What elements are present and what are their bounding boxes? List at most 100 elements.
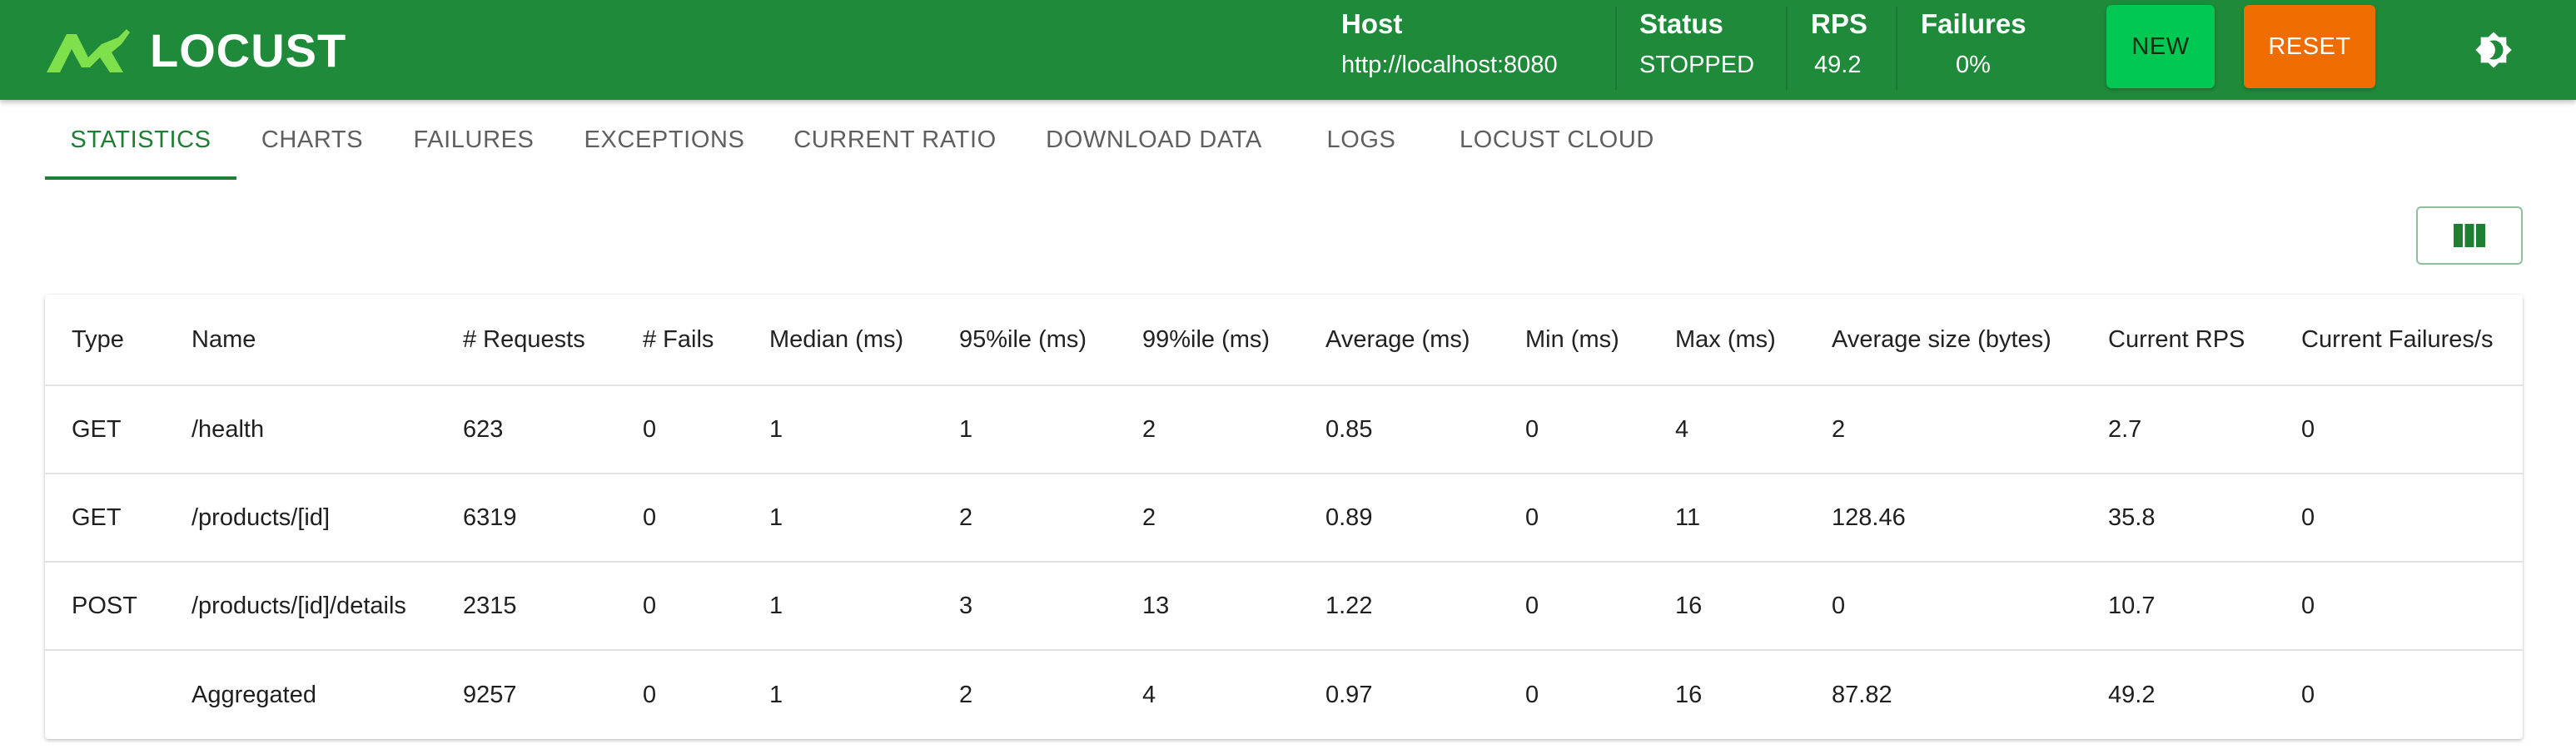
column-header[interactable]: # Fails (643, 295, 714, 384)
table-cell: 0.89 (1325, 503, 1373, 531)
divider (1896, 7, 1897, 90)
table-cell: 35.8 (2108, 503, 2156, 531)
column-header[interactable]: Current Failures/s (2301, 295, 2493, 384)
tab-download-data[interactable]: DOWNLOAD DATA (1036, 100, 1272, 180)
table-cell: 13 (1142, 592, 1170, 619)
new-test-button[interactable]: NEW (2106, 5, 2215, 88)
table-cell: 2 (1832, 415, 1846, 443)
table-cell: 4 (1675, 415, 1689, 443)
column-header[interactable]: Average (ms) (1325, 295, 1470, 384)
table-header-row: Type Name # Requests # Fails Median (ms)… (45, 295, 2523, 386)
table-cell: 4 (1142, 681, 1156, 708)
rps-value: 49.2 (1814, 52, 1862, 78)
table-cell: 49.2 (2108, 681, 2156, 708)
aggregated-row: Aggregated 9257 0 1 2 4 0.97 0 16 87.82 … (45, 651, 2523, 739)
table-cell: 0 (2301, 415, 2315, 443)
table-cell: 1 (769, 503, 783, 531)
tab-locust-cloud[interactable]: LOCUST CLOUD (1454, 100, 1660, 180)
table-row: POST /products/[id]/details 2315 0 1 3 1… (45, 563, 2523, 651)
table-cell: 0 (1832, 592, 1846, 619)
failures-stat: Failures 0% (1921, 0, 2046, 100)
tab-current-ratio[interactable]: CURRENT RATIO (786, 100, 1004, 180)
table-cell: POST (72, 592, 137, 619)
tab-charts[interactable]: CHARTS (250, 100, 375, 180)
tab-exceptions[interactable]: EXCEPTIONS (574, 100, 754, 180)
table-cell: 87.82 (1832, 681, 1892, 708)
tab-failures[interactable]: FAILURES (405, 100, 543, 180)
column-header[interactable]: Median (ms) (769, 295, 903, 384)
table-cell: 16 (1675, 592, 1703, 619)
table-row: GET /health 623 0 1 1 2 0.85 0 4 2 2.7 0 (45, 386, 2523, 474)
statistics-table: Type Name # Requests # Fails Median (ms)… (45, 295, 2523, 739)
table-cell: GET (72, 503, 122, 531)
table-cell: 623 (463, 415, 504, 443)
table-cell: /products/[id] (191, 503, 331, 531)
table-cell: 0 (643, 415, 657, 443)
table-cell: 1 (769, 415, 783, 443)
rps-label: RPS (1811, 8, 1867, 39)
status-stat: Status STOPPED (1639, 0, 1789, 100)
table-cell: /health (191, 415, 265, 443)
column-header[interactable]: Max (ms) (1675, 295, 1776, 384)
column-selector-button[interactable] (2416, 206, 2523, 265)
table-cell: 2315 (463, 592, 517, 619)
table-cell: 0 (643, 592, 657, 619)
divider (1786, 7, 1788, 90)
status-value: STOPPED (1639, 52, 1755, 78)
tab-statistics[interactable]: STATISTICS (45, 100, 236, 180)
column-header[interactable]: Name (191, 295, 256, 384)
table-cell: 16 (1675, 681, 1703, 708)
table-cell: 2 (959, 681, 973, 708)
table-cell: GET (72, 415, 122, 443)
failures-value: 0% (1956, 52, 1991, 78)
table-cell: 10.7 (2108, 592, 2156, 619)
failures-label: Failures (1921, 8, 2026, 39)
table-cell: 0.85 (1325, 415, 1373, 443)
table-cell: 1.22 (1325, 592, 1373, 619)
table-cell: Aggregated (191, 681, 316, 708)
table-cell: 0 (1525, 592, 1539, 619)
table-cell: 1 (769, 681, 783, 708)
table-cell: 1 (959, 415, 973, 443)
table-cell: 0 (1525, 415, 1539, 443)
tab-logs[interactable]: LOGS (1315, 100, 1407, 180)
table-cell: 2 (1142, 503, 1156, 531)
host-label: Host (1341, 8, 1403, 39)
table-cell: 2.7 (2108, 415, 2142, 443)
column-header[interactable]: 95%ile (ms) (959, 295, 1087, 384)
column-header[interactable]: Min (ms) (1525, 295, 1619, 384)
table-cell: 0 (643, 681, 657, 708)
table-cell: 0 (1525, 503, 1539, 531)
table-cell: 0.97 (1325, 681, 1373, 708)
column-header[interactable]: 99%ile (ms) (1142, 295, 1270, 384)
table-cell: 0 (643, 503, 657, 531)
table-cell: 3 (959, 592, 973, 619)
table-cell: 0 (2301, 681, 2315, 708)
table-cell: 6319 (463, 503, 517, 531)
logo-text: LOCUST (150, 24, 347, 77)
table-cell: /products/[id]/details (191, 592, 406, 619)
locust-logo[interactable]: LOCUST (43, 23, 346, 77)
table-cell: 11 (1675, 503, 1701, 531)
table-row: GET /products/[id] 6319 0 1 2 2 0.89 0 1… (45, 474, 2523, 563)
column-header[interactable]: # Requests (463, 295, 585, 384)
host-value: http://localhost:8080 (1341, 52, 1558, 78)
theme-toggle-button[interactable] (2469, 25, 2519, 75)
column-header[interactable]: Current RPS (2108, 295, 2245, 384)
host-stat: Host http://localhost:8080 (1341, 0, 1608, 100)
table-cell: 9257 (463, 681, 517, 708)
tab-bar: STATISTICS CHARTS FAILURES EXCEPTIONS CU… (0, 100, 2576, 180)
divider (1615, 7, 1617, 90)
table-cell: 0 (1525, 681, 1539, 708)
table-cell: 2 (1142, 415, 1156, 443)
status-label: Status (1639, 8, 1723, 39)
brightness-icon (2475, 32, 2512, 68)
rps-stat: RPS 49.2 (1811, 0, 1894, 100)
column-header[interactable]: Type (72, 295, 124, 384)
app-header: LOCUST Host http://localhost:8080 Status… (0, 0, 2576, 100)
table-cell: 128.46 (1832, 503, 1906, 531)
column-header[interactable]: Average size (bytes) (1832, 295, 2051, 384)
table-cell: 0 (2301, 503, 2315, 531)
table-cell: 2 (959, 503, 973, 531)
reset-stats-button[interactable]: RESET (2244, 5, 2375, 88)
